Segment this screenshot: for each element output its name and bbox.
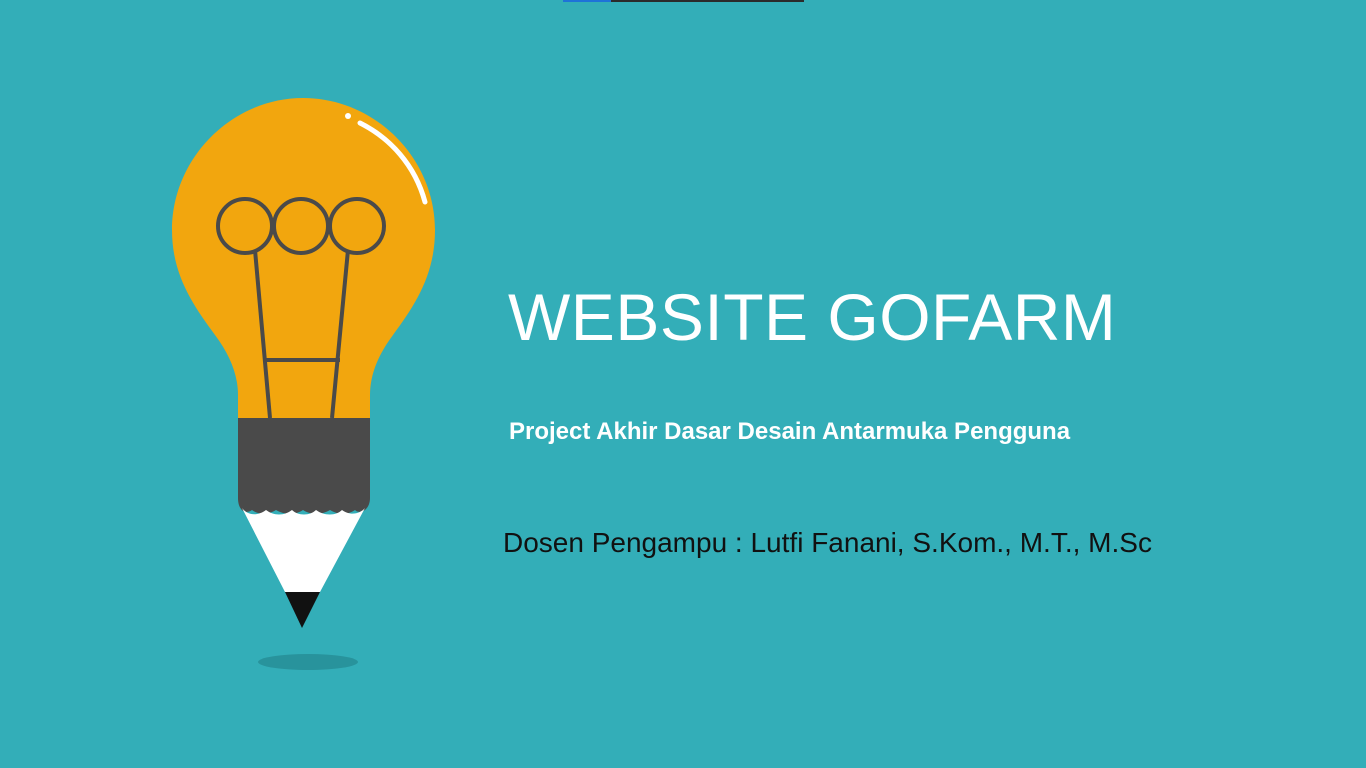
- slide: WEBSITE GOFARM Project Akhir Dasar Desai…: [0, 0, 1366, 768]
- highlight-dot: [345, 113, 351, 119]
- top-bar-accent: [563, 0, 611, 2]
- slide-subtitle: Project Akhir Dasar Desain Antarmuka Pen…: [509, 418, 1071, 445]
- top-bar-indicator: [563, 0, 804, 2]
- lecturer-name: Dosen Pengampu : Lutfi Fanani, S.Kom., M…: [503, 527, 1152, 558]
- shadow-ellipse: [258, 654, 358, 670]
- lightbulb-pencil-icon: [172, 98, 435, 670]
- pencil-tip: [242, 508, 365, 592]
- slide-title: WEBSITE GOFARM: [508, 280, 1117, 354]
- pencil-lead: [285, 592, 320, 628]
- pencil-body: [238, 418, 370, 514]
